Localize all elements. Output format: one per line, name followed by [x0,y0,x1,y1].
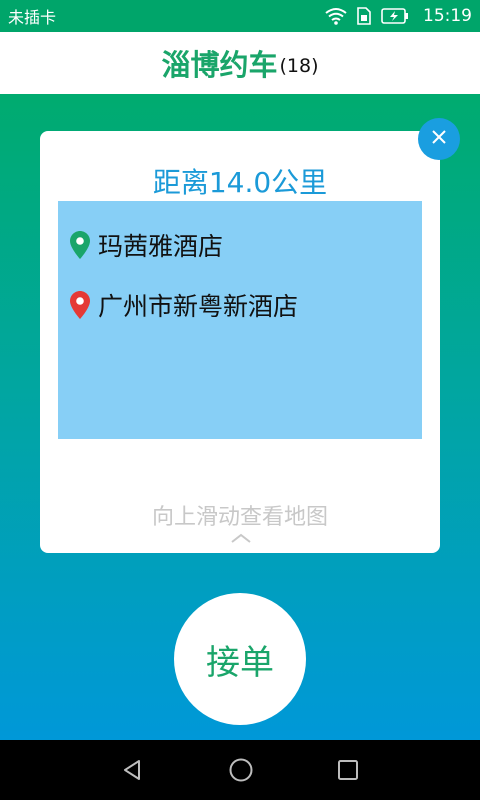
route-box: 玛茜雅酒店 广州市新粤新酒店 [58,201,422,439]
clock: 15:19 [423,6,472,26]
order-card[interactable]: 距离14.0公里 玛茜雅酒店 广州市新粤新酒店 向上滑动查看地图 [40,131,440,553]
end-location-pin-icon [70,291,98,319]
close-button[interactable] [418,118,460,160]
carrier-label: 未插卡 [8,8,57,27]
order-panel: 距离14.0公里 玛茜雅酒店 广州市新粤新酒店 向上滑动查看地图 接单 [0,94,480,740]
chevron-up-icon [230,529,252,548]
dropoff-address: 广州市新粤新酒店 [98,292,299,321]
order-count: (18) [279,55,319,77]
recents-icon[interactable] [337,759,359,781]
dropoff-row: 广州市新粤新酒店 [70,287,298,323]
accept-order-button[interactable]: 接单 [174,593,306,725]
close-icon [431,129,447,149]
wifi-icon [325,7,347,25]
distance-label: 距离14.0公里 [152,166,328,199]
swipe-up-hint: 向上滑动查看地图 [151,505,328,530]
start-location-pin-icon [70,231,98,259]
app-title: 淄博约车 [161,48,278,82]
navigation-bar [0,740,480,800]
battery-charging-icon [381,8,409,24]
status-bar: 未插卡 15:19 [0,0,480,32]
pickup-row: 玛茜雅酒店 [70,227,223,263]
home-icon[interactable] [228,757,254,783]
pickup-address: 玛茜雅酒店 [98,232,224,261]
title-bar: 淄博约车 (18) [0,32,480,94]
sim-icon [357,7,371,25]
back-icon[interactable] [121,758,145,782]
